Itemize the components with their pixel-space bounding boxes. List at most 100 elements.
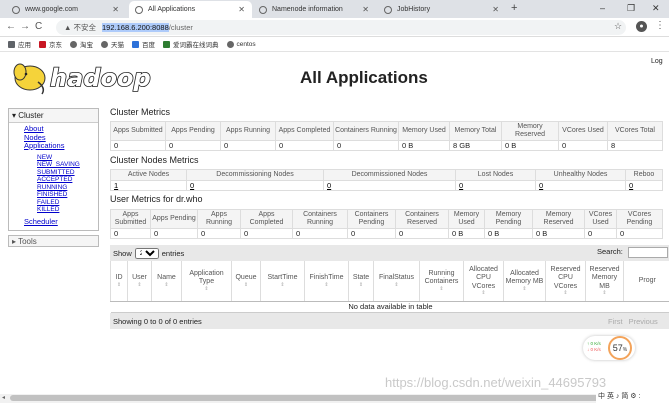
col-user[interactable]: User ⇕: [127, 261, 152, 302]
cell-value: 0: [220, 140, 276, 151]
user-metrics-table: Apps Submitted Apps Pending Apps Running…: [110, 209, 663, 239]
bookmark-label: 百度: [142, 42, 155, 49]
restore-button[interactable]: ❐: [627, 3, 635, 14]
col-allocated-cpu[interactable]: Allocated CPU VCores ⇕: [463, 261, 504, 302]
col-reserved-cpu[interactable]: Reserved CPU VCores ⇕: [545, 261, 586, 302]
active-nodes-link[interactable]: 1: [110, 180, 187, 191]
previous-page-button[interactable]: Previous: [629, 317, 658, 326]
col-apps-completed: Apps Completed: [275, 121, 334, 141]
menu-dots-icon[interactable]: ⋮: [655, 20, 665, 31]
tab-jobhistory[interactable]: JobHistory ✕: [378, 1, 506, 18]
close-icon[interactable]: ✕: [362, 5, 369, 14]
decommissioned-nodes-link[interactable]: 0: [323, 180, 456, 191]
bookmark-apps[interactable]: 应用: [8, 39, 31, 49]
hadoop-logo[interactable]: hadoop: [8, 58, 168, 96]
network-speed-widget[interactable]: ↑ 0 K/s ↓ 0 K/s 57%: [583, 336, 635, 360]
security-warning[interactable]: ▲ 不安全: [64, 22, 96, 33]
sidebar-state-accepted[interactable]: ACCEPTED: [9, 176, 98, 184]
google-favicon-icon: [12, 5, 20, 14]
bookmark-iciba[interactable]: 爱词霸在线词典: [163, 39, 219, 49]
close-window-button[interactable]: ✕: [652, 3, 660, 14]
close-icon[interactable]: ✕: [112, 5, 119, 14]
tab-google[interactable]: www.google.com ✕: [6, 1, 126, 18]
cell-value: 8: [607, 140, 663, 151]
sort-icon: ⇕: [280, 281, 285, 288]
reload-button[interactable]: C: [35, 21, 42, 32]
close-icon[interactable]: ✕: [492, 5, 499, 14]
sort-icon: ⇕: [204, 285, 209, 292]
col-state[interactable]: State ⇕: [348, 261, 374, 302]
col-application-type[interactable]: Application Type ⇕: [181, 261, 232, 302]
bookmark-jd[interactable]: 京东: [39, 39, 62, 49]
cell-value: 0 B: [398, 140, 450, 151]
col-finish-time[interactable]: FinishTime ⇕: [304, 261, 349, 302]
rebooted-nodes-link[interactable]: 0: [625, 180, 663, 191]
close-icon[interactable]: ✕: [238, 5, 245, 14]
col-apps-submitted: Apps Submitted: [110, 121, 166, 141]
scroll-left-icon[interactable]: ◂: [2, 394, 5, 401]
col-final-status[interactable]: FinalStatus ⇕: [373, 261, 420, 302]
tab-label: JobHistory: [397, 6, 431, 13]
logout-link[interactable]: Log: [651, 58, 663, 65]
svg-text:hadoop: hadoop: [50, 64, 151, 92]
address-toolbar: ← → C ▲ 不安全 192.168.6.200:8088 /cluster …: [0, 18, 669, 37]
empty-table-message: No data available in table: [110, 301, 669, 313]
user-metrics-title: User Metrics for dr.who: [110, 194, 203, 204]
col-name[interactable]: Name ⇕: [151, 261, 182, 302]
cell-value: 0 B: [532, 228, 585, 239]
forward-button[interactable]: →: [20, 21, 30, 32]
lost-nodes-link[interactable]: 0: [455, 180, 536, 191]
bookmark-tmall[interactable]: 天猫: [101, 39, 124, 49]
col-queue[interactable]: Queue ⇕: [231, 261, 261, 302]
entries-select[interactable]: 20: [134, 247, 159, 259]
bookmark-centos[interactable]: centos: [226, 40, 256, 48]
minimize-button[interactable]: –: [600, 3, 605, 13]
nodes-metrics-title: Cluster Nodes Metrics: [110, 155, 199, 165]
sidebar-state-killed[interactable]: KILLED: [9, 206, 98, 214]
sidebar-state-failed[interactable]: FAILED: [9, 199, 98, 207]
first-page-button[interactable]: First: [608, 317, 623, 326]
sidebar-state-new[interactable]: NEW: [9, 154, 98, 162]
tab-namenode[interactable]: Namenode information ✕: [253, 1, 376, 18]
sidebar-state-finished[interactable]: FINISHED: [9, 191, 98, 199]
bookmark-taobao[interactable]: 淘宝: [70, 39, 93, 49]
address-bar[interactable]: ▲ 不安全 192.168.6.200:8088 /cluster: [56, 20, 626, 35]
sidebar-link-about[interactable]: About: [9, 124, 98, 134]
ime-toolbar[interactable]: 中 英 ♪ 简 ⚙ :: [596, 391, 669, 403]
search-input[interactable]: [628, 247, 668, 258]
sidebar-tools[interactable]: ▸ Tools: [8, 235, 99, 247]
unhealthy-nodes-link[interactable]: 0: [535, 180, 626, 191]
table-row: 0 0 0 0 0 0 B 8 GB 0 B 0 8: [110, 140, 663, 151]
profile-avatar[interactable]: ●: [636, 21, 647, 32]
applications-table: ID ⇕ User ⇕ Name ⇕ Application Type ⇕ Queue ⇕…: [110, 261, 669, 313]
col-start-time[interactable]: StartTime ⇕: [260, 261, 305, 302]
url-path[interactable]: /cluster: [169, 23, 193, 32]
sidebar-state-new-saving[interactable]: NEW_SAVING: [9, 161, 98, 169]
bookmark-baidu[interactable]: 百度: [132, 39, 155, 49]
new-tab-button[interactable]: +: [511, 2, 517, 14]
sidebar-state-running[interactable]: RUNNING: [9, 184, 98, 192]
col-unhealthy-nodes: Unhealthy Nodes: [535, 169, 626, 181]
col-allocated-memory[interactable]: Allocated Memory MB ⇕: [503, 261, 546, 302]
col-progress[interactable]: Progr: [623, 261, 669, 302]
tab-all-applications[interactable]: All Applications ✕: [129, 1, 252, 18]
col-decommissioning-nodes: Decommissioning Nodes: [186, 169, 324, 181]
horizontal-scrollbar[interactable]: ◂: [0, 394, 669, 403]
sidebar-link-scheduler[interactable]: Scheduler: [9, 217, 98, 227]
col-id[interactable]: ID ⇕: [110, 261, 128, 302]
decommissioning-nodes-link[interactable]: 0: [186, 180, 324, 191]
bookmark-star-icon[interactable]: ☆: [614, 21, 622, 32]
sidebar-state-submitted[interactable]: SUBMITTED: [9, 169, 98, 177]
bookmark-label: 爱词霸在线词典: [173, 42, 219, 49]
col-reserved-memory[interactable]: Reserved Memory MB ⇕: [585, 261, 624, 302]
col-running-containers[interactable]: Running Containers ⇕: [419, 261, 464, 302]
sidebar-link-applications[interactable]: Applications: [9, 141, 98, 151]
back-button[interactable]: ←: [6, 21, 16, 32]
url-host[interactable]: 192.168.6.200:8088: [102, 23, 169, 32]
bookmark-label: 京东: [49, 42, 62, 49]
table-row: No data available in table: [110, 301, 669, 313]
col-apps-completed: Apps Completed: [240, 209, 293, 229]
sidebar-header-cluster[interactable]: ▾ Cluster: [9, 109, 98, 123]
cell-value: 0: [275, 140, 334, 151]
scroll-thumb[interactable]: [10, 395, 650, 401]
